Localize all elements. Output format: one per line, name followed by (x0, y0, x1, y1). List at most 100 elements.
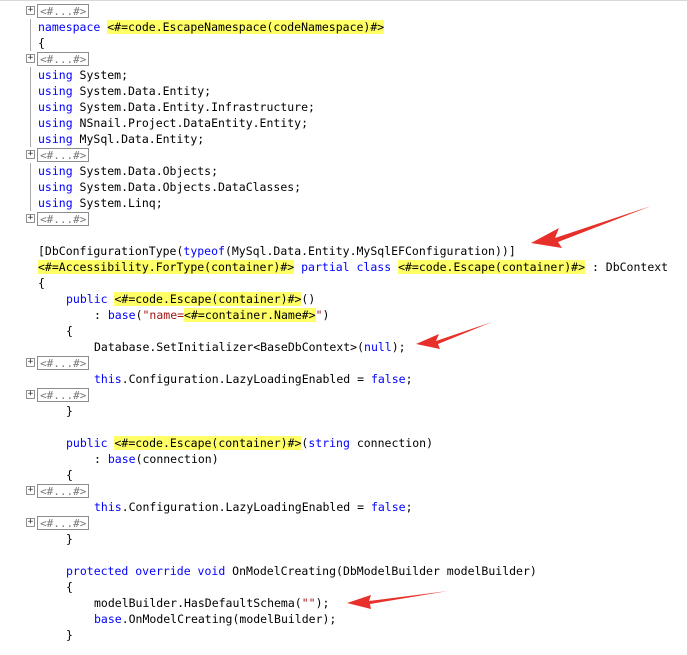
keyword-token: this (94, 372, 122, 386)
keyword-token: using (38, 164, 73, 178)
expand-icon[interactable]: + (26, 54, 35, 63)
text-token: } (66, 404, 73, 418)
expand-icon[interactable]: + (26, 390, 35, 399)
text-token: ) (322, 308, 330, 322)
code-text: base.OnModelCreating(modelBuilder); (94, 611, 336, 627)
code-editor[interactable]: + <#...#> namespace <#=code.EscapeNamespac… (0, 0, 687, 655)
collapsed-region: + <#...#> (0, 3, 687, 19)
text-token: (MySql.Data.Entity.MySqlEFConfiguration)… (224, 244, 516, 258)
code-line: Database.SetInitializer<BaseDbContext>(n… (0, 339, 687, 355)
code-text: } (66, 403, 73, 419)
text-token: { (38, 276, 45, 290)
outline-guide (30, 67, 31, 147)
collapsed-region: + <#...#> (0, 355, 687, 371)
text-token: System.Data.Objects; (72, 164, 219, 178)
text-token: ; (405, 500, 413, 514)
code-line: using NSnail.Project.DataEntity.Entity; (0, 115, 687, 131)
keyword-token: this (94, 500, 122, 514)
text-token: System.Data.Objects.DataClasses; (72, 180, 302, 194)
text-token: MySql.Data.Entity; (72, 132, 205, 146)
code-text: using System.Data.Objects; (38, 163, 218, 179)
code-line: <#=Accessibility.ForType(container)#> pa… (0, 259, 687, 275)
code-text: { (38, 275, 45, 291)
code-line: this.Configuration.LazyLoadingEnabled = … (0, 371, 687, 387)
collapsed-region: + <#...#> (0, 147, 687, 163)
expand-icon[interactable]: + (26, 358, 35, 367)
text-token: NSnail.Project.DataEntity.Entity; (72, 116, 309, 130)
text-token: System.Data.Entity.Infrastructure; (72, 100, 315, 114)
collapsed-block-label[interactable]: <#...#> (37, 356, 90, 370)
expand-icon[interactable]: + (26, 486, 35, 495)
keyword-token: public (66, 292, 108, 306)
text-token: { (66, 468, 73, 482)
code-text: } (66, 531, 73, 547)
text-token: modelBuilder.HasDefaultSchema( (94, 596, 302, 610)
collapsed-block-label[interactable]: <#...#> (37, 388, 90, 402)
outline-guide (30, 163, 31, 211)
keyword-token: using (38, 84, 73, 98)
code-text: { (66, 579, 73, 595)
text-token: ); (391, 340, 406, 354)
collapsed-region: + <#...#> (0, 483, 687, 499)
expand-icon[interactable]: + (26, 518, 35, 527)
code-line: { (0, 323, 687, 339)
text-token: ; (405, 372, 413, 386)
code-text: } (66, 627, 73, 643)
expand-icon[interactable]: + (26, 214, 35, 223)
keyword-token: base (107, 308, 136, 322)
text-token: { (66, 324, 73, 338)
code-line: : base("name=<#=container.Name#>") (0, 307, 687, 323)
keyword-token: base (94, 612, 122, 626)
keyword-token: using (38, 180, 73, 194)
code-text: using System.Data.Entity.Infrastructure; (38, 99, 315, 115)
keyword-token: using (38, 100, 73, 114)
collapsed-block-label[interactable]: <#...#> (37, 212, 90, 226)
code-line: using System.Data.Objects; (0, 163, 687, 179)
collapsed-block-label[interactable]: <#...#> (37, 4, 90, 18)
code-line: } (0, 627, 687, 643)
code-text: using System.Data.Entity; (38, 83, 211, 99)
keyword-token: false (370, 500, 406, 514)
code-text: this.Configuration.LazyLoadingEnabled = … (94, 499, 413, 515)
template-expression-token: <#=container.Name#> (184, 308, 316, 322)
code-text: public <#=code.Escape(container)#>(strin… (66, 435, 433, 451)
text-token: .Configuration.LazyLoadingEnabled = (121, 500, 371, 514)
text-token: : (94, 308, 108, 322)
code-text: <#=Accessibility.ForType(container)#> pa… (38, 259, 668, 275)
code-line: public <#=code.Escape(container)#>(strin… (0, 435, 687, 451)
code-line: public <#=code.Escape(container)#>() (0, 291, 687, 307)
code-text: Database.SetInitializer<BaseDbContext>(n… (94, 339, 406, 355)
code-text: public <#=code.Escape(container)#>() (66, 291, 315, 307)
code-text: { (38, 35, 45, 51)
code-line: this.Configuration.LazyLoadingEnabled = … (0, 499, 687, 515)
collapsed-block-label[interactable]: <#...#> (37, 148, 90, 162)
text-token: OnModelCreating(DbModelBuilder modelBuil… (225, 564, 537, 578)
collapsed-region: + <#...#> (0, 387, 687, 403)
code-text: namespace <#=code.EscapeNamespace(codeNa… (38, 19, 385, 35)
text-token: () (301, 292, 316, 306)
template-expression-token: <#=Accessibility.ForType(container)#> (38, 260, 295, 274)
keyword-token: using (38, 68, 73, 82)
annotation-arrow-2 (416, 322, 492, 349)
keyword-token: using (38, 116, 73, 130)
code-line: } (0, 531, 687, 547)
text-token: ); (315, 596, 330, 610)
string-token: " (315, 308, 323, 322)
template-expression-token: <#=code.Escape(container)#> (114, 292, 302, 306)
code-line: protected override void OnModelCreating(… (0, 563, 687, 579)
text-token: [DbConfigurationType( (38, 244, 184, 258)
collapsed-block-label[interactable]: <#...#> (37, 484, 90, 498)
keyword-token: false (370, 372, 406, 386)
expand-icon[interactable]: + (26, 6, 35, 15)
collapsed-block-label[interactable]: <#...#> (37, 52, 90, 66)
text-token: connection) (349, 436, 433, 450)
code-line: namespace <#=code.EscapeNamespace(codeNa… (0, 19, 687, 35)
expand-icon[interactable]: + (26, 150, 35, 159)
text-token: System.Linq; (72, 196, 163, 210)
collapsed-block-label[interactable]: <#...#> (37, 516, 90, 530)
outline-guide (30, 19, 31, 51)
template-expression-token: <#=code.Escape(container)#> (398, 260, 586, 274)
code-line: : base(connection) (0, 451, 687, 467)
code-text: { (66, 467, 73, 483)
